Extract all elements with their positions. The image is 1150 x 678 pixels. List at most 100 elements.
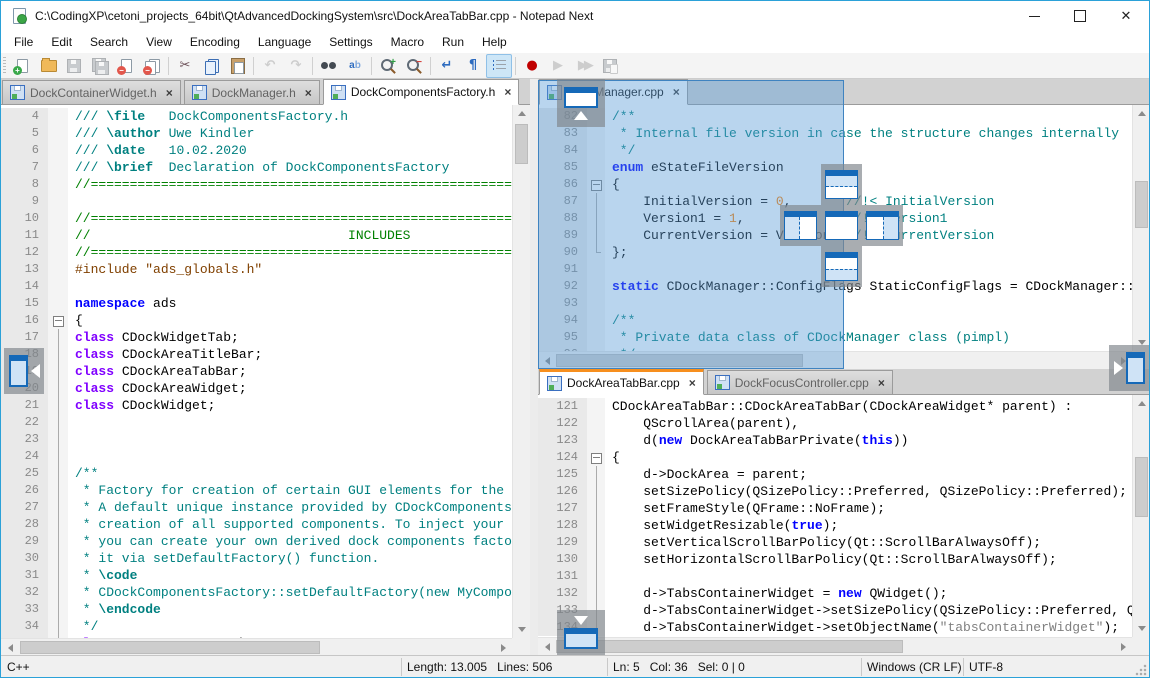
edge-left-indicator[interactable] <box>4 348 44 394</box>
tab-dockareatabbar-cpp[interactable]: DockAreaTabBar.cpp× <box>539 369 704 395</box>
paste-button[interactable] <box>224 54 250 78</box>
scroll-up-arrow[interactable] <box>1133 395 1150 412</box>
scroll-right-arrow[interactable] <box>494 639 512 656</box>
find-button[interactable] <box>316 54 342 78</box>
zoom-in-button[interactable]: + <box>375 54 401 78</box>
app-icon <box>11 8 27 24</box>
code-text: class CDockAreaWidget; <box>68 380 247 397</box>
scroll-down-arrow[interactable] <box>1133 620 1150 637</box>
scroll-thumb[interactable] <box>1135 457 1148 517</box>
tab-close-button[interactable]: × <box>878 376 885 390</box>
tab-close-button[interactable]: × <box>689 376 696 390</box>
status-language[interactable]: C++ <box>7 660 30 674</box>
tab-close-button[interactable]: × <box>305 86 312 100</box>
top-right-vertical-scrollbar[interactable] <box>1132 105 1150 351</box>
status-encoding[interactable]: UTF-8 <box>969 660 1003 674</box>
tab-dockcontainerwidget-h[interactable]: DockContainerWidget.h× <box>2 80 181 104</box>
status-eol-format[interactable]: Windows (CR LF) <box>867 660 962 674</box>
status-length-lines: Length: 13.005 Lines: 506 <box>407 660 552 674</box>
title-bar[interactable]: C:\CodingXP\cetoni_projects_64bit\QtAdva… <box>1 1 1149 31</box>
vertical-splitter[interactable] <box>530 79 538 656</box>
dock-bottom-indicator[interactable] <box>821 246 862 287</box>
scroll-left-arrow[interactable] <box>1 639 19 656</box>
tab-dockfocuscontroller-cpp[interactable]: DockFocusController.cpp× <box>707 370 893 394</box>
fold-collapse-marker[interactable] <box>591 453 602 464</box>
record-macro-button[interactable]: ● <box>519 54 545 78</box>
tab-close-button[interactable]: × <box>504 85 511 99</box>
scroll-up-arrow[interactable] <box>513 105 531 122</box>
line-number: 126 <box>538 483 587 500</box>
code-text: d->DockArea = parent; <box>605 466 807 483</box>
fold-guide-line <box>58 329 59 346</box>
cut-button[interactable]: ✂ <box>172 54 198 78</box>
minimize-button[interactable] <box>1011 1 1057 31</box>
editor-dockcomponentsfactory[interactable]: 4/// \file DockComponentsFactory.h5/// \… <box>1 105 512 638</box>
fold-collapse-marker[interactable] <box>53 316 64 327</box>
close-file-button[interactable]: − <box>113 54 139 78</box>
fold-guide-line <box>58 482 59 499</box>
line-number: 6 <box>1 142 48 159</box>
close-all-files-button[interactable]: − <box>139 54 165 78</box>
line-number: 28 <box>1 516 48 533</box>
close-button[interactable]: ✕ <box>1103 1 1149 31</box>
fold-margin <box>48 380 68 397</box>
code-text: * A default unique instance provided by … <box>68 499 512 516</box>
menu-run[interactable]: Run <box>433 33 473 51</box>
tab-dockmanager-h[interactable]: DockManager.h× <box>184 80 320 104</box>
scroll-right-arrow[interactable] <box>1114 638 1132 655</box>
menu-search[interactable]: Search <box>81 33 137 51</box>
tab-close-button[interactable]: × <box>166 86 173 100</box>
dock-left-indicator[interactable] <box>780 205 821 246</box>
dock-top-indicator[interactable] <box>821 164 862 205</box>
edge-right-indicator[interactable] <box>1109 345 1149 391</box>
menu-view[interactable]: View <box>137 33 181 51</box>
replace-button[interactable]: ab <box>342 54 368 78</box>
edge-top-indicator[interactable] <box>557 79 605 127</box>
line-number: 121 <box>538 398 587 415</box>
left-horizontal-scrollbar[interactable] <box>1 638 512 656</box>
word-wrap-button[interactable]: ↵ <box>434 54 460 78</box>
line-number: 15 <box>1 295 48 312</box>
indentation-guides-button[interactable] <box>486 54 512 78</box>
fold-margin <box>48 448 68 465</box>
bottom-right-horizontal-scrollbar[interactable] <box>538 637 1132 655</box>
menu-edit[interactable]: Edit <box>42 33 81 51</box>
dock-center-indicator[interactable] <box>821 205 862 246</box>
menu-settings[interactable]: Settings <box>320 33 381 51</box>
status-cursor-position: Ln: 5 Col: 36 Sel: 0 | 0 <box>613 660 745 674</box>
code-line: 132 d->TabsContainerWidget = new QWidget… <box>538 585 1132 602</box>
code-line: 121CDockAreaTabBar::CDockAreaTabBar(CDoc… <box>538 398 1132 415</box>
bottom-right-vertical-scrollbar[interactable] <box>1132 395 1150 637</box>
line-number: 13 <box>1 261 48 278</box>
left-vertical-scrollbar[interactable] <box>512 105 530 638</box>
copy-button[interactable] <box>198 54 224 78</box>
scroll-thumb[interactable] <box>556 640 903 653</box>
editor-dockareatabbar[interactable]: 121CDockAreaTabBar::CDockAreaTabBar(CDoc… <box>538 395 1132 637</box>
new-file-button[interactable]: + <box>9 54 35 78</box>
zoom-out-button[interactable]: − <box>401 54 427 78</box>
scroll-thumb[interactable] <box>1135 181 1148 228</box>
menu-encoding[interactable]: Encoding <box>181 33 249 51</box>
fold-margin <box>48 295 68 312</box>
scroll-left-arrow[interactable] <box>538 638 556 655</box>
edge-bottom-indicator[interactable] <box>557 610 605 655</box>
fold-margin <box>48 550 68 567</box>
menu-file[interactable]: File <box>5 33 42 51</box>
maximize-button[interactable] <box>1057 1 1103 31</box>
tab-dockcomponentsfactory-h[interactable]: DockComponentsFactory.h× <box>323 79 520 105</box>
menu-macro[interactable]: Macro <box>382 33 433 51</box>
resize-grip[interactable] <box>1135 664 1147 676</box>
show-all-characters-button[interactable]: ¶ <box>460 54 486 78</box>
fold-guide-line <box>58 414 59 431</box>
scroll-up-arrow[interactable] <box>1133 105 1150 122</box>
scroll-down-arrow[interactable] <box>513 621 531 638</box>
menu-help[interactable]: Help <box>473 33 516 51</box>
menu-language[interactable]: Language <box>249 33 320 51</box>
fold-guide-line <box>58 346 59 363</box>
scroll-thumb[interactable] <box>20 641 320 654</box>
code-text: setVerticalScrollBarPolicy(Qt::ScrollBar… <box>605 534 1041 551</box>
scroll-thumb[interactable] <box>515 124 528 164</box>
open-file-button[interactable] <box>35 54 61 78</box>
fold-margin <box>587 534 605 551</box>
dock-right-indicator[interactable] <box>862 205 903 246</box>
